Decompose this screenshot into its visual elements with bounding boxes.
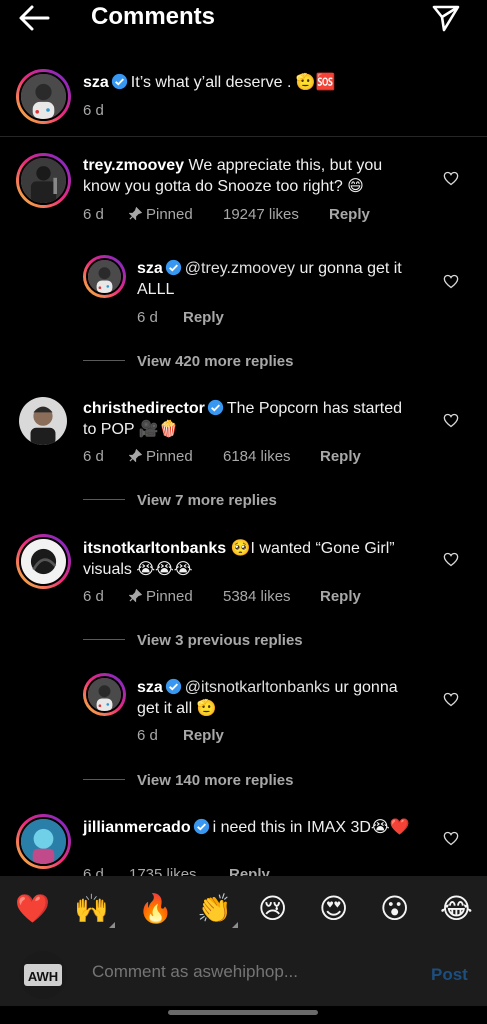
heart-icon[interactable]: [443, 552, 459, 567]
verified-badge-icon: [193, 818, 209, 835]
view-previous-replies[interactable]: View 3 previous replies: [83, 632, 303, 649]
skin-tone-indicator-icon: [231, 922, 238, 928]
divider-line: [83, 499, 125, 500]
username[interactable]: trey.zmoovey: [83, 157, 184, 174]
avatar[interactable]: [83, 673, 126, 716]
timestamp: 6 d: [137, 727, 158, 744]
divider-line: [83, 779, 125, 780]
username[interactable]: sza: [137, 260, 163, 277]
reply: sza @itsnotkarltonbanks ur gonna get it a…: [137, 677, 417, 719]
avatar-logo-text: AWH: [28, 969, 58, 984]
verified-badge-icon: [207, 399, 223, 416]
verified-badge-icon: [165, 678, 181, 695]
avatar: AWH: [19, 951, 67, 999]
timestamp: 6 d: [83, 448, 104, 465]
like-count[interactable]: 19247 likes: [223, 206, 299, 223]
reply-button[interactable]: Reply: [320, 588, 361, 605]
divider-line: [83, 360, 125, 361]
reply-button[interactable]: Reply: [183, 309, 224, 326]
pin-icon: [129, 449, 142, 462]
view-more-replies[interactable]: View 7 more replies: [83, 492, 277, 509]
reply-button[interactable]: Reply: [183, 727, 224, 744]
emoji-laughing[interactable]: 😂: [440, 892, 473, 926]
verified-badge-icon: [111, 73, 127, 90]
divider-line: [83, 639, 125, 640]
username[interactable]: itsnotkarltonbanks: [83, 540, 226, 557]
heart-icon[interactable]: [443, 171, 459, 186]
comment: itsnotkarltonbanks 🥺I wanted “Gone Girl”…: [83, 538, 418, 580]
comment: trey.zmoovey We appreciate this, but you…: [83, 155, 413, 197]
reply-button[interactable]: Reply: [329, 206, 370, 223]
arrow-left-icon[interactable]: [18, 4, 52, 32]
header: Comments: [0, 0, 487, 36]
emoji-raised-hands[interactable]: 🙌: [74, 892, 115, 928]
emoji-heart-eyes[interactable]: 😍: [319, 892, 348, 926]
username[interactable]: christhedirector: [83, 400, 205, 417]
comment-input[interactable]: [92, 962, 402, 982]
comment-text: i need this in IMAX 3D😭❤️: [212, 819, 410, 836]
emoji-fire[interactable]: 🔥: [138, 892, 173, 926]
timestamp: 6 d: [83, 588, 104, 605]
timestamp: 6 d: [83, 102, 104, 119]
pinned-label: Pinned: [129, 588, 193, 605]
emoji-clapping[interactable]: 👏: [197, 892, 238, 928]
mention-link[interactable]: @trey.zmoovey: [185, 260, 295, 277]
emoji-heart[interactable]: ❤️: [15, 892, 50, 926]
heart-icon[interactable]: [443, 274, 459, 289]
pin-icon: [129, 589, 142, 602]
post-button[interactable]: Post: [431, 965, 468, 985]
reply-button[interactable]: Reply: [320, 448, 361, 465]
avatar[interactable]: [16, 69, 71, 124]
pin-icon: [129, 207, 142, 220]
like-count[interactable]: 6184 likes: [223, 448, 291, 465]
divider: [0, 136, 487, 137]
avatar[interactable]: [16, 153, 71, 208]
pinned-label: Pinned: [129, 206, 193, 223]
pinned-label: Pinned: [129, 448, 193, 465]
verified-badge-icon: [165, 259, 181, 276]
avatar[interactable]: [83, 255, 126, 298]
paper-plane-icon[interactable]: [430, 2, 462, 34]
reply: sza @trey.zmoovey ur gonna get it ALLL: [137, 258, 427, 300]
emoji-crying[interactable]: 😢: [258, 892, 287, 926]
heart-icon[interactable]: [443, 831, 459, 846]
username[interactable]: sza: [83, 74, 109, 91]
skin-tone-indicator-icon: [108, 922, 115, 928]
page-title: Comments: [91, 3, 216, 30]
username[interactable]: jillianmercado: [83, 819, 191, 836]
username[interactable]: sza: [137, 679, 163, 696]
view-more-replies[interactable]: View 140 more replies: [83, 772, 293, 789]
comment-composer: AWH Post: [0, 946, 487, 1006]
timestamp: 6 d: [137, 309, 158, 326]
emoji-surprised[interactable]: 😮: [380, 892, 409, 926]
comment-text: It’s what y’all deserve . 🫡🆘: [130, 74, 336, 91]
timestamp: 6 d: [83, 206, 104, 223]
comment: jillianmercado i need this in IMAX 3D😭❤️: [83, 817, 423, 838]
home-indicator[interactable]: [168, 1010, 318, 1015]
avatar[interactable]: [19, 397, 67, 445]
heart-icon[interactable]: [443, 413, 459, 428]
avatar[interactable]: [16, 814, 71, 869]
mention-link[interactable]: @itsnotkarltonbanks: [185, 679, 330, 696]
view-more-replies[interactable]: View 420 more replies: [83, 353, 293, 370]
comment: christhedirector The Popcorn has started …: [83, 398, 413, 440]
heart-icon[interactable]: [443, 692, 459, 707]
like-count[interactable]: 5384 likes: [223, 588, 291, 605]
avatar[interactable]: [16, 534, 71, 589]
emoji-bar: ❤️ 🙌 🔥 👏 😢 😍 😮 😂: [0, 876, 487, 946]
caption: sza It’s what y’all deserve . 🫡🆘: [83, 72, 423, 93]
